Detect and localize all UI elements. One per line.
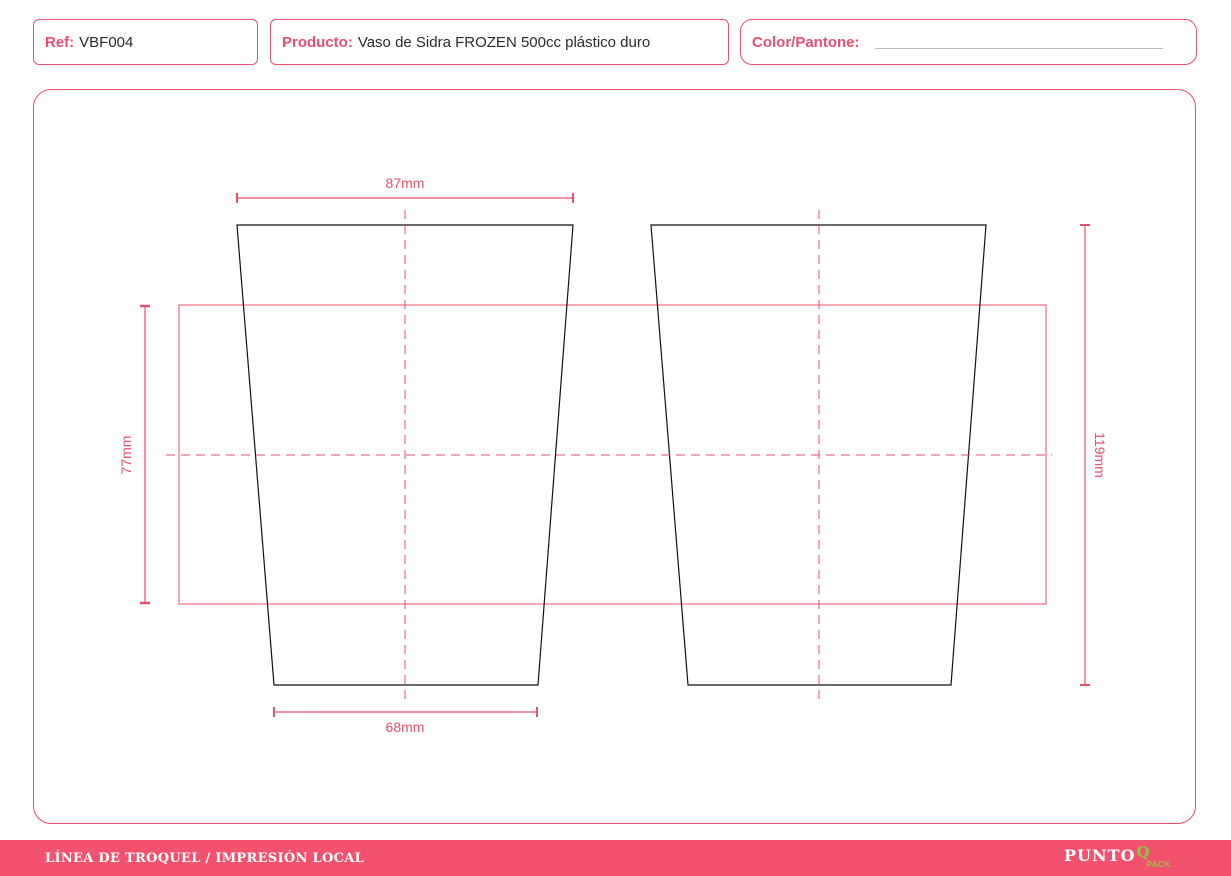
dimension-left-label: 77mm	[118, 436, 134, 475]
dimension-right-label: 119mm	[1092, 432, 1108, 478]
footer-text: LÍNEA DE TROQUEL / IMPRESIÓN LOCAL	[45, 851, 365, 866]
dimension-top-label: 87mm	[386, 175, 425, 191]
logo-wordmark: PUNTO	[1064, 846, 1136, 865]
dimension-bottom-label: 68mm	[386, 719, 425, 735]
brand-logo: PUNTOQPACK	[1064, 843, 1171, 874]
logo-q-mark: Q	[1136, 843, 1150, 861]
footer-bar: LÍNEA DE TROQUEL / IMPRESIÓN LOCAL PUNTO…	[0, 840, 1231, 876]
logo-subtext: PACK	[1146, 860, 1171, 869]
dimension-top: 87mm	[236, 175, 574, 203]
dimension-bottom: 68mm	[273, 707, 538, 735]
die-line-drawing: 87mm 68mm 77mm 119mm	[118, 175, 1108, 735]
dimension-right: 119mm	[1080, 224, 1108, 686]
dimension-left: 77mm	[118, 304, 150, 605]
